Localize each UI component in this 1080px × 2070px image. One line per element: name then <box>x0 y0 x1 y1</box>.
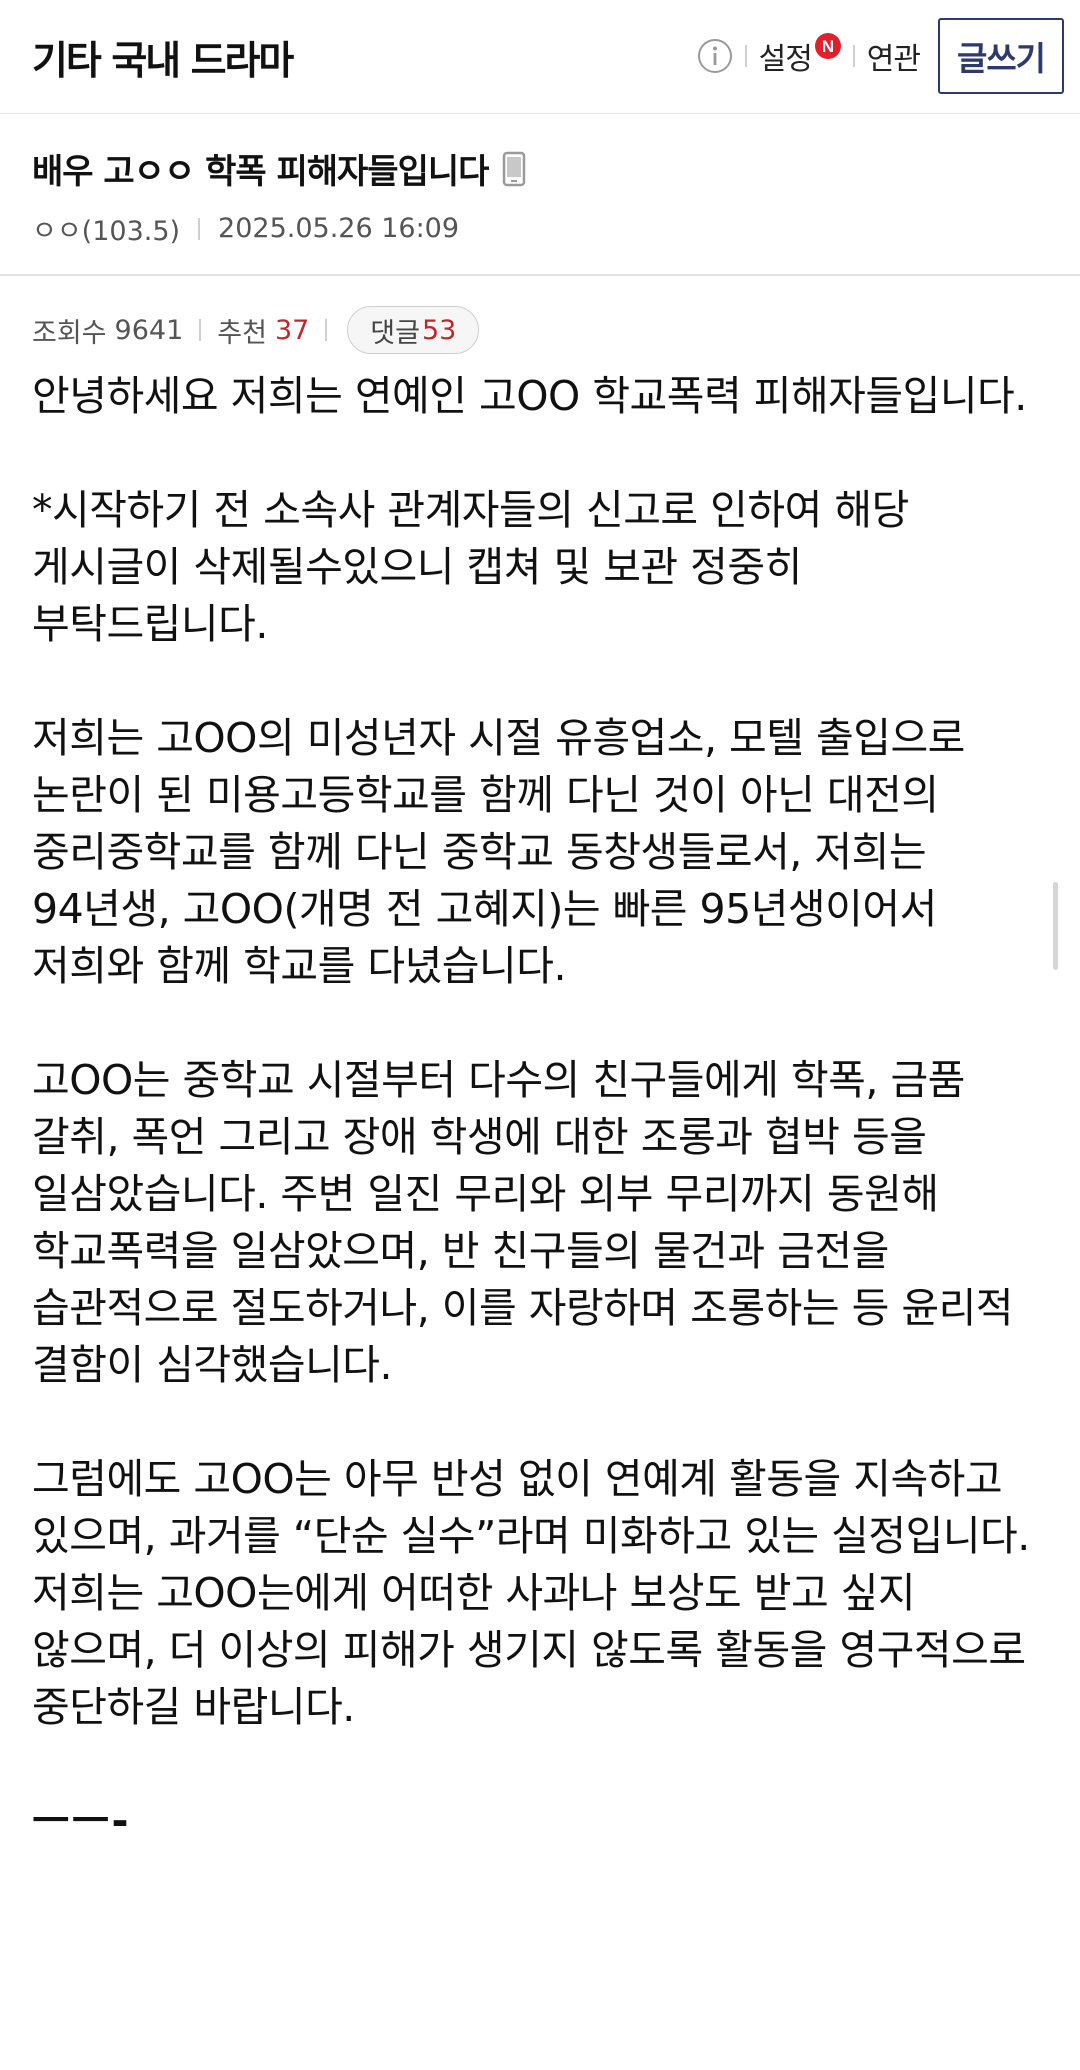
body-paragraph: 그럼에도 고OO는 아무 반성 없이 연예계 활동을 지속하고 있으며, 과거를… <box>32 1455 1030 1731</box>
divider <box>852 45 855 67</box>
svg-text:N: N <box>822 37 834 56</box>
divider <box>325 319 328 341</box>
body-paragraph: 저희는 고OO의 미성년자 시절 유흥업소, 모텔 출입으로 논란이 된 미용고… <box>32 714 965 990</box>
recommend-count: 37 <box>274 314 310 346</box>
comments-button[interactable]: 댓글 53 <box>347 306 480 354</box>
related-link[interactable]: 연관 <box>867 34 921 78</box>
mobile-phone-icon <box>502 151 526 187</box>
post-meta: ㅇㅇ(103.5) 2025.05.26 16:09 <box>32 209 459 248</box>
divider <box>198 217 201 240</box>
author-name[interactable]: ㅇㅇ(103.5) <box>32 209 180 248</box>
post-header: 배우 고ㅇㅇ 학폭 피해자들입니다 ㅇㅇ(103.5) 2025.05.26 1… <box>0 114 1080 276</box>
recommend-label: 추천 <box>217 317 267 349</box>
post-title: 배우 고ㅇㅇ 학폭 피해자들입니다 <box>32 144 526 193</box>
comments-label: 댓글 <box>370 317 420 349</box>
body-paragraph: 안녕하세요 저희는 연예인 고OO 학교폭력 피해자들입니다. <box>32 372 1027 420</box>
post-body: 안녕하세요 저희는 연예인 고OO 학교폭력 피해자들입니다. *시작하기 전 … <box>32 368 1048 1850</box>
divider <box>199 319 202 341</box>
body-paragraph: *시작하기 전 소속사 관계자들의 신고로 인하여 해당 게시글이 삭제될수있으… <box>32 486 909 648</box>
settings-link[interactable]: 설정 <box>759 34 813 78</box>
post-datetime: 2025.05.26 16:09 <box>218 213 460 244</box>
new-badge-icon: N <box>814 33 841 59</box>
comments-count: 53 <box>421 314 457 346</box>
body-divider-text: ㅡㅡ- <box>32 1797 131 1845</box>
divider <box>744 45 747 67</box>
body-paragraph: 고OO는 중학교 시절부터 다수의 친구들에게 학폭, 금품 갈취, 폭언 그리… <box>32 1056 1014 1389</box>
write-button[interactable]: 글쓰기 <box>938 18 1064 94</box>
board-name[interactable]: 기타 국내 드라마 <box>32 30 294 86</box>
views-count: 9641 <box>114 314 184 346</box>
scrollbar-thumb[interactable] <box>1053 882 1058 970</box>
post-title-text: 배우 고ㅇㅇ 학폭 피해자들입니다 <box>32 152 489 192</box>
post-stats: 조회수 9641 추천 37 댓글 53 <box>32 306 480 354</box>
header-actions: 설정 N 연관 글쓰기 <box>697 16 1064 96</box>
views-label: 조회수 <box>32 317 107 349</box>
top-header: 기타 국내 드라마 설정 N 연관 글쓰기 <box>0 0 1080 114</box>
info-icon[interactable] <box>697 38 733 74</box>
